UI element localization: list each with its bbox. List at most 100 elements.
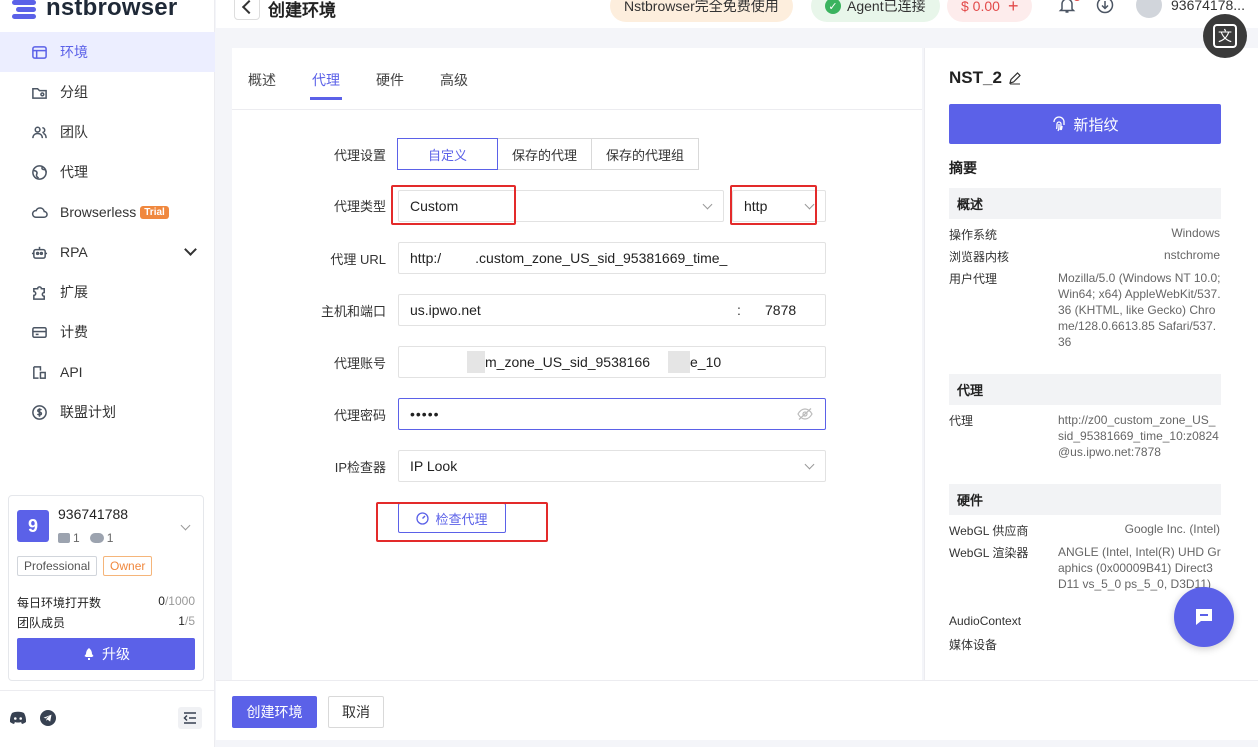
members-icon xyxy=(89,533,104,543)
plan-tag: Professional xyxy=(17,556,98,576)
proxy-type-select[interactable]: Custom xyxy=(398,190,724,222)
sidebar-item-environment[interactable]: 环境 xyxy=(0,32,215,72)
proxy-type-value: Custom xyxy=(410,198,459,214)
free-usage-pill[interactable]: Nstbrowser完全免费使用 xyxy=(610,0,793,22)
browser-window-icon xyxy=(30,43,48,61)
sidebar-item-api[interactable]: API xyxy=(0,352,215,392)
proxy-account-input[interactable]: m_zone_US_sid_9538166 e_10 xyxy=(398,346,826,378)
host-value: us.ipwo.net xyxy=(410,302,481,318)
eye-off-icon[interactable] xyxy=(797,407,813,421)
agent-status-pill[interactable]: ✓ Agent已连接 xyxy=(811,0,940,22)
create-environment-button[interactable]: 创建环境 xyxy=(232,696,317,728)
segment-custom[interactable]: 自定义 xyxy=(397,138,498,170)
host-port-input[interactable]: us.ipwo.net : 7878 xyxy=(398,294,826,326)
logo-mark-icon xyxy=(10,0,38,20)
protocol-select[interactable]: http xyxy=(732,190,826,222)
download-icon[interactable] xyxy=(1096,0,1116,16)
kernel-value: nstchrome xyxy=(1163,248,1220,262)
environment-form-panel: 概述 代理 硬件 高级 代理设置 自定义 保存的代理 保存的代理组 代理类型 C… xyxy=(232,48,922,680)
puzzle-icon xyxy=(30,283,48,301)
sidebar-item-label: Browserless xyxy=(60,204,137,220)
upgrade-button[interactable]: 升级 xyxy=(17,638,195,670)
cloud-icon xyxy=(30,203,48,221)
telegram-icon[interactable] xyxy=(38,709,58,727)
user-agent-value: Mozilla/5.0 (Windows NT 10.0; Win64; x64… xyxy=(1058,271,1221,349)
stat-used: 1 xyxy=(178,614,185,628)
sidebar-item-affiliate[interactable]: 联盟计划 xyxy=(0,392,215,432)
balance-pill[interactable]: $ 0.00 + xyxy=(947,0,1033,22)
ip-checker-select[interactable]: IP Look xyxy=(398,450,826,482)
daily-open-stat: 每日环境打开数 0/1000 xyxy=(17,594,195,611)
check-proxy-button[interactable]: 检查代理 xyxy=(398,503,506,533)
team-member-stat: 团队成员 1/5 xyxy=(17,614,195,631)
sidebar-item-proxy[interactable]: 代理 xyxy=(0,152,215,192)
segment-saved-proxy-group[interactable]: 保存的代理组 xyxy=(591,138,700,170)
plus-icon[interactable]: + xyxy=(1008,0,1019,17)
chevron-down-icon[interactable] xyxy=(180,520,191,531)
chat-bubble-icon xyxy=(1196,609,1212,625)
collapse-sidebar-icon[interactable] xyxy=(178,707,202,729)
sidebar-item-billing[interactable]: 计费 xyxy=(0,312,215,352)
translate-button[interactable]: 文 xyxy=(1203,14,1247,58)
tab-overview[interactable]: 概述 xyxy=(248,70,276,90)
gauge-icon xyxy=(416,511,430,525)
proxy-summary-label: 代理 xyxy=(949,414,974,428)
proxy-password-label: 代理密码 xyxy=(333,408,386,423)
app-logo[interactable]: nstbrowser xyxy=(10,0,177,22)
folder-icon xyxy=(30,83,48,101)
user-avatar[interactable] xyxy=(1136,0,1162,18)
balance-value: $ 0.00 xyxy=(961,0,1000,14)
agent-status-label: Agent已连接 xyxy=(847,0,926,14)
segment-saved-proxy[interactable]: 保存的代理 xyxy=(497,138,593,170)
top-username[interactable]: 93674178... xyxy=(1171,0,1245,13)
member-count: 1 xyxy=(106,531,114,545)
rocket-icon xyxy=(84,648,94,660)
chevron-down-icon[interactable] xyxy=(184,243,197,256)
sidebar-item-label: 团队 xyxy=(60,124,88,140)
sidebar: nstbrowser 环境 分组 团队 代理 Browserless Trial… xyxy=(0,0,215,747)
globe-icon xyxy=(30,163,48,181)
chevron-down-icon xyxy=(804,199,815,210)
chat-support-button[interactable] xyxy=(1174,587,1234,647)
env-name-text: NST_2 xyxy=(949,68,1002,87)
proxy-account-label: 代理账号 xyxy=(333,356,386,371)
sidebar-item-group[interactable]: 分组 xyxy=(0,72,215,112)
sidebar-item-team[interactable]: 团队 xyxy=(0,112,215,152)
team-icon xyxy=(30,123,48,141)
translate-icon: 文 xyxy=(1213,24,1237,48)
proxy-setting-label: 代理设置 xyxy=(333,148,386,163)
ip-checker-label: IP检查器 xyxy=(334,460,386,475)
proxy-password-input[interactable]: ••••• xyxy=(398,398,826,430)
edit-icon[interactable] xyxy=(1008,71,1022,85)
sidebar-item-extensions[interactable]: 扩展 xyxy=(0,272,215,312)
media-devices-label: 媒体设备 xyxy=(949,638,998,652)
new-fingerprint-label: 新指纹 xyxy=(1073,116,1119,134)
role-tag: Owner xyxy=(103,556,153,576)
tab-proxy[interactable]: 代理 xyxy=(310,70,342,100)
discord-icon[interactable] xyxy=(8,709,28,727)
os-label: 操作系统 xyxy=(949,228,998,242)
tab-hardware[interactable]: 硬件 xyxy=(376,70,404,90)
proxy-url-input[interactable]: http:/ .custom_zone_US_sid_95381669_time… xyxy=(398,242,826,274)
back-button[interactable] xyxy=(234,0,260,20)
webgl-renderer-label: WebGL 渲染器 xyxy=(949,546,1029,560)
sidebar-item-label: RPA xyxy=(60,244,88,260)
sidebar-item-browserless[interactable]: Browserless Trial xyxy=(0,192,215,232)
tab-advanced[interactable]: 高级 xyxy=(440,70,468,90)
new-fingerprint-button[interactable]: 新指纹 xyxy=(949,104,1221,144)
trial-badge: Trial xyxy=(140,205,169,219)
redacted-block xyxy=(668,351,691,373)
stat-total: /5 xyxy=(184,614,195,628)
sidebar-item-label: 代理 xyxy=(60,164,88,180)
cancel-button[interactable]: 取消 xyxy=(328,696,384,728)
chevron-down-icon xyxy=(804,459,815,470)
proxy-url-prefix: http:/ xyxy=(410,250,442,266)
redacted-block xyxy=(467,351,485,373)
sidebar-item-label: 分组 xyxy=(60,84,88,100)
bell-icon[interactable] xyxy=(1058,0,1081,16)
sidebar-item-rpa[interactable]: RPA xyxy=(0,232,215,272)
stat-label: 每日环境打开数 xyxy=(17,596,102,610)
webgl-vendor-label: WebGL 供应商 xyxy=(949,524,1029,538)
password-value: ••••• xyxy=(410,406,440,422)
avatar[interactable]: 9 xyxy=(17,510,49,542)
